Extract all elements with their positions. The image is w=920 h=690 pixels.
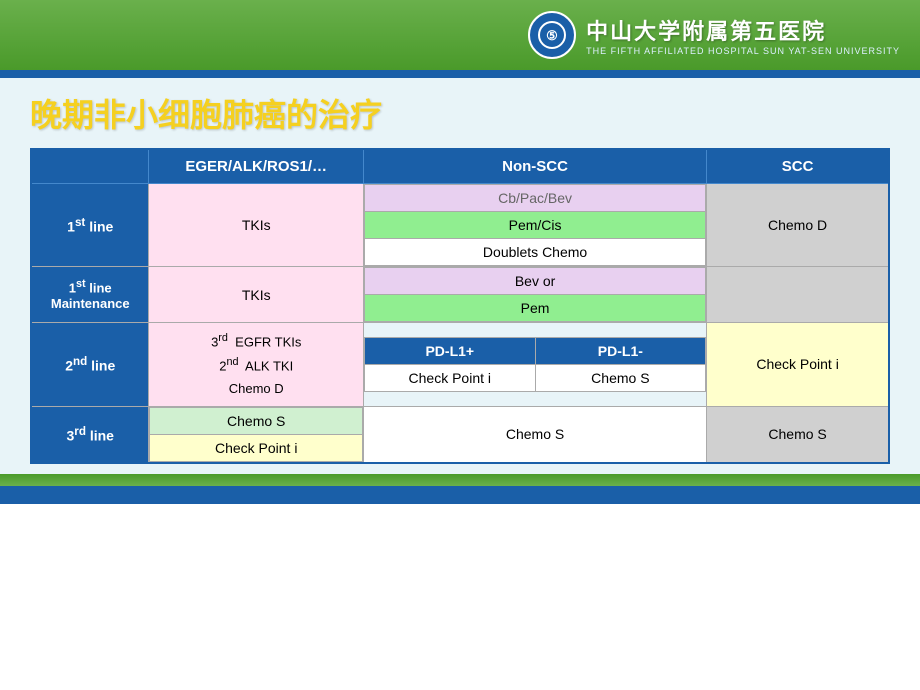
table-row-1st-maintenance: 1st lineMaintenance TKIs Bev or Pem (31, 267, 889, 323)
sub-row-3rd-col2-1: Chemo S (150, 407, 363, 434)
cell-cb-pac-bev: Cb/Pac/Bev (364, 185, 705, 212)
cell-pdl1-minus: PD-L1- (535, 337, 706, 364)
sub-row-maint-1: Bev or (364, 268, 705, 295)
sup-1st: st (75, 216, 85, 229)
cell-maint-col3: Bev or Pem (363, 267, 706, 323)
cell-3rd-scc: Chemo S (707, 406, 889, 463)
cell-2nd-scc: Check Point i (707, 323, 889, 407)
cell-pem: Pem (364, 295, 705, 322)
row-label-1st-line: 1st line (31, 184, 149, 267)
table-header-row: EGER/ALK/ROS1/… Non-SCC SCC (31, 149, 889, 184)
svg-text:⑤: ⑤ (546, 28, 558, 43)
cell-checkpoint-i-3rd-col2: Check Point i (150, 434, 363, 461)
row-label-3rd-line: 3rd line (31, 406, 149, 463)
cell-pem-cis: Pem/Cis (364, 212, 705, 239)
row-label-1st-maintenance: 1st lineMaintenance (31, 267, 149, 323)
cell-bev-or: Bev or (364, 268, 705, 295)
sub-row-1st-1: Cb/Pac/Bev (364, 185, 705, 212)
cell-3rd-col2: Chemo S Check Point i (149, 406, 364, 463)
cell-maint-col2: TKIs (149, 267, 364, 323)
sub-row-3rd-col2-2: Check Point i (150, 434, 363, 461)
sub-table-3rd-col2: Chemo S Check Point i (149, 407, 363, 462)
cell-1st-col2: TKIs (149, 184, 364, 267)
page-title: 晚期非小细胞肺癌的治疗 (30, 90, 890, 136)
col-header-scc: SCC (707, 149, 889, 184)
col-header-egfr: EGER/ALK/ROS1/… (149, 149, 364, 184)
col-header-empty (31, 149, 149, 184)
sub-row-2nd-header: PD-L1+ PD-L1- (364, 337, 705, 364)
sub-table-2nd: PD-L1+ PD-L1- Check Point i Chemo S (364, 337, 706, 392)
bottom-stripe (0, 474, 920, 504)
cell-1st-col3: Cb/Pac/Bev Pem/Cis Doublets Chemo (363, 184, 706, 267)
sub-row-1st-2: Pem/Cis (364, 212, 705, 239)
col-header-nonscc: Non-SCC (363, 149, 706, 184)
header-text: 中山大学附属第五医院 THE FIFTH AFFILIATED HOSPITAL… (586, 14, 900, 56)
sub-table-1st: Cb/Pac/Bev Pem/Cis Doublets Chemo (364, 184, 706, 266)
sub-row-2nd-body: Check Point i Chemo S (364, 364, 705, 391)
cell-chemo-s-3rd-col2: Chemo S (150, 407, 363, 434)
cell-3rd-col3: Chemo S (363, 406, 706, 463)
cell-2nd-col3: PD-L1+ PD-L1- Check Point i Chemo S (363, 323, 706, 407)
row-label-2nd-line: 2nd line (31, 323, 149, 407)
cell-2nd-col2: 3rd EGFR TKIs 2nd ALK TKI Chemo D (149, 323, 364, 407)
sub-row-maint-2: Pem (364, 295, 705, 322)
logo-circle: ⑤ (528, 11, 576, 59)
cell-checkpoint-i-2nd: Check Point i (364, 364, 535, 391)
treatment-table: EGER/ALK/ROS1/… Non-SCC SCC 1st line TKI… (30, 148, 890, 464)
cell-maint-scc (707, 267, 889, 323)
table-row-3rd-line: 3rd line Chemo S Check Point i Chemo S C… (31, 406, 889, 463)
cell-pdl1-plus: PD-L1+ (364, 337, 535, 364)
table-row-1st-line: 1st line TKIs Cb/Pac/Bev Pem/Cis Doublet… (31, 184, 889, 267)
cell-chemo-s-2nd: Chemo S (535, 364, 706, 391)
sub-row-1st-3: Doublets Chemo (364, 239, 705, 266)
main-content: 晚期非小细胞肺癌的治疗 EGER/ALK/ROS1/… Non-SCC SCC … (0, 78, 920, 474)
hospital-name-en: THE FIFTH AFFILIATED HOSPITAL SUN YAT-SE… (586, 46, 900, 56)
header: ⑤ 中山大学附属第五医院 THE FIFTH AFFILIATED HOSPIT… (0, 0, 920, 70)
table-row-2nd-line: 2nd line 3rd EGFR TKIs 2nd ALK TKI Chemo… (31, 323, 889, 407)
sub-table-maint: Bev or Pem (364, 267, 706, 322)
sup-maint: st (76, 278, 86, 290)
logo-area: ⑤ 中山大学附属第五医院 THE FIFTH AFFILIATED HOSPIT… (528, 11, 900, 59)
blue-stripe (0, 70, 920, 78)
hospital-name-cn: 中山大学附属第五医院 (586, 14, 900, 46)
cell-1st-scc: Chemo D (707, 184, 889, 267)
cell-doublets-chemo: Doublets Chemo (364, 239, 705, 266)
sup-3rd: rd (74, 425, 86, 438)
sup-2nd: nd (73, 355, 87, 368)
